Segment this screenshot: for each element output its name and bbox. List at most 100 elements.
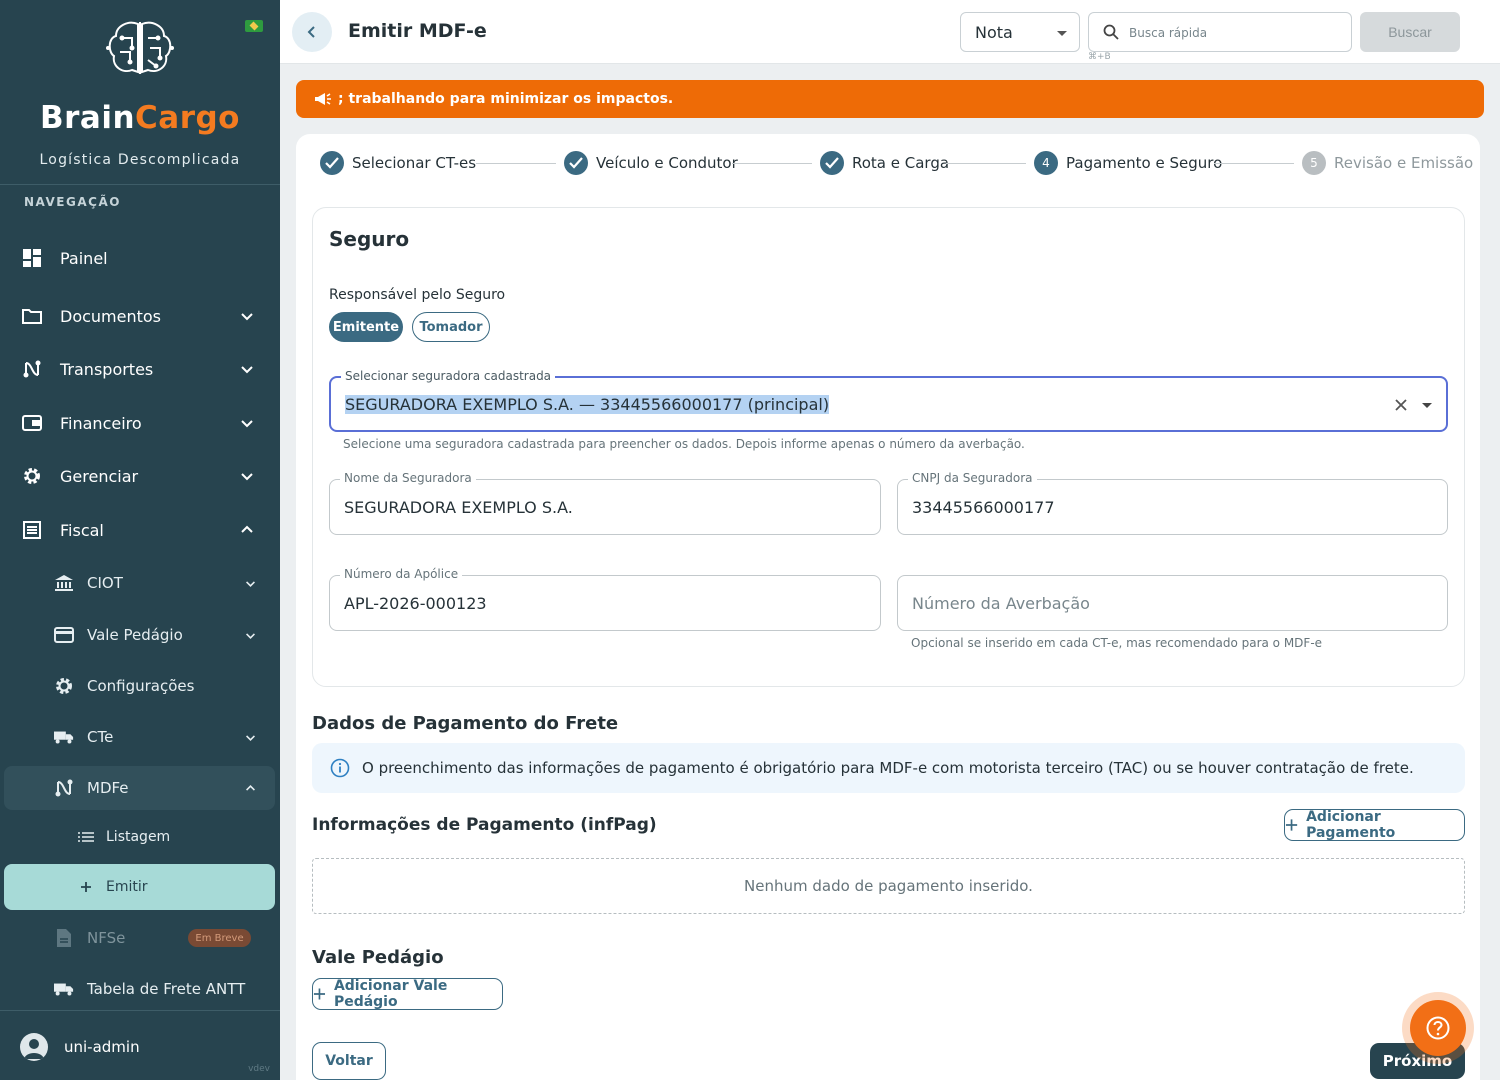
search-type-select[interactable]: Nota [960,12,1080,52]
bank-icon [54,573,74,593]
nav-item-configuracoes[interactable]: Configurações [0,663,280,709]
gear-icon [22,466,42,486]
clear-icon[interactable] [1394,398,1408,412]
nav-item-vale-pedagio[interactable]: Vale Pedágio [0,612,280,658]
route-icon [54,778,74,798]
nav-item-ciot[interactable]: CIOT [0,560,280,606]
nav-label: Emitir [106,879,148,895]
plus-icon [1285,819,1298,831]
selected-text: SEGURADORA EXEMPLO S.A. — 33445566000177… [345,395,830,414]
add-vale-pedagio-button[interactable]: Adicionar Vale Pedágio [312,978,503,1010]
megaphone-icon [315,93,331,105]
route-icon [22,359,42,379]
step-connector [476,163,556,164]
quick-search[interactable] [1088,12,1352,52]
brand-part-cargo: Cargo [135,100,240,136]
step-connector [1214,163,1294,164]
chip-emitente[interactable]: Emitente [329,312,403,342]
info-text: O preenchimento das informações de pagam… [362,759,1414,777]
plus-icon [76,877,96,897]
nav-item-tabela-frete[interactable]: Tabela de Frete ANTT [0,966,280,1012]
vale-pedagio-heading: Vale Pedágio [312,947,444,968]
list-icon [76,827,96,847]
nav-label: Painel [60,248,108,268]
folder-icon [22,306,42,326]
search-button[interactable]: Buscar [1360,12,1460,52]
wallet-icon [22,413,42,433]
truck-icon [54,727,74,747]
search-input[interactable] [1129,21,1339,45]
button-label: Adicionar Pagamento [1306,809,1396,841]
nav-item-mdfe[interactable]: MDFe [0,765,280,811]
logo-area: BrainCargo Logística Descomplicada [0,0,280,185]
user-name: uni-admin [64,1038,140,1056]
dropdown-arrow-icon[interactable] [1422,403,1432,408]
chevron-down-icon [241,473,253,481]
pagamento-empty-state: Nenhum dado de pagamento inserido. [312,858,1465,914]
truck-icon [54,979,74,999]
help-button[interactable] [1410,1000,1466,1056]
nav-label: Transportes [60,359,154,379]
step-3[interactable]: Rota e Carga [820,150,949,176]
chevron-up-icon [246,784,255,791]
seguradora-select-label: Selecionar seguradora cadastrada [341,369,556,383]
mdfe-wizard: Selecionar CT-es Veículo e Condutor Rota… [296,134,1480,1080]
step-label: Selecionar CT-es [352,154,477,172]
brand-name: BrainCargo [0,100,280,136]
step-4[interactable]: 4 Pagamento e Seguro [1034,150,1222,176]
user-menu[interactable]: uni-admin vdev [0,1010,280,1080]
chevron-down-icon [246,734,255,741]
voltar-button[interactable]: Voltar [312,1042,386,1080]
seguradora-select[interactable]: Selecionar seguradora cadastrada SEGURAD… [329,369,1448,432]
step-label: Pagamento e Seguro [1066,154,1223,172]
nav-item-emitir[interactable]: Emitir [0,864,280,910]
avatar-icon [20,1033,48,1061]
nav-item-fiscal[interactable]: Fiscal [0,507,280,553]
cnpj-seguradora-field[interactable]: CNPJ da Seguradora 33445566000177 [897,471,1448,535]
averbacao-field[interactable]: Número da Averbação [897,575,1448,631]
step-label: Revisão e Emissão [1334,154,1474,172]
nome-seguradora-field[interactable]: Nome da Seguradora SEGURADORA EXEMPLO S.… [329,471,881,535]
nav-label: Tabela de Frete ANTT [87,980,246,998]
nav-label: NFSe [87,929,126,947]
add-pagamento-button[interactable]: Adicionar Pagamento [1284,809,1465,841]
step-connector [732,163,812,164]
nav-item-gerenciar[interactable]: Gerenciar [0,453,280,499]
nav-label: Documentos [60,306,162,326]
chevron-down-icon [241,366,253,374]
responsavel-label: Responsável pelo Seguro [329,287,506,303]
nav-label: Vale Pedágio [87,626,183,644]
chevron-left-icon [307,26,315,38]
step-number: 4 [1034,151,1058,175]
brazil-flag-icon[interactable] [245,20,263,32]
brain-circuit-logo-icon [106,21,174,74]
apolice-field[interactable]: Número da Apólice APL-2026-000123 [329,567,881,631]
nav-item-documentos[interactable]: Documentos [0,293,280,339]
step-2[interactable]: Veículo e Condutor [564,150,738,176]
infpag-heading: Informações de Pagamento (infPag) [312,815,657,835]
step-label: Rota e Carga [852,154,950,172]
seguro-section: Seguro Responsável pelo Seguro Emitente … [312,207,1465,687]
nav-item-listagem[interactable]: Listagem [0,814,280,860]
top-bar: Emitir MDF-e Nota ⌘+B Buscar [280,0,1500,64]
receipt-icon [22,520,42,540]
nav-item-financeiro[interactable]: Financeiro [0,400,280,446]
sidebar: BrainCargo Logística Descomplicada NAVEG… [0,0,280,1080]
nav-item-painel[interactable]: Painel [0,235,280,281]
nav-item-cte[interactable]: CTe [0,714,280,760]
averbacao-helper: Opcional se inserido em cada CT-e, mas r… [911,636,1323,650]
back-button[interactable] [292,12,332,52]
nav-label: MDFe [87,779,129,797]
dashboard-icon [22,248,42,268]
step-1[interactable]: Selecionar CT-es [320,150,476,176]
field-label: Número da Apólice [340,567,463,581]
brand-tagline: Logística Descomplicada [39,152,241,168]
pagamento-info-alert: O preenchimento das informações de pagam… [312,743,1465,793]
chip-tomador[interactable]: Tomador [412,312,490,342]
chevron-down-icon [241,420,253,428]
seguro-heading: Seguro [329,227,410,251]
version-label: vdev [248,1064,270,1074]
pagamento-heading: Dados de Pagamento do Frete [312,713,619,734]
document-icon [54,928,74,948]
nav-item-transportes[interactable]: Transportes [0,346,280,392]
